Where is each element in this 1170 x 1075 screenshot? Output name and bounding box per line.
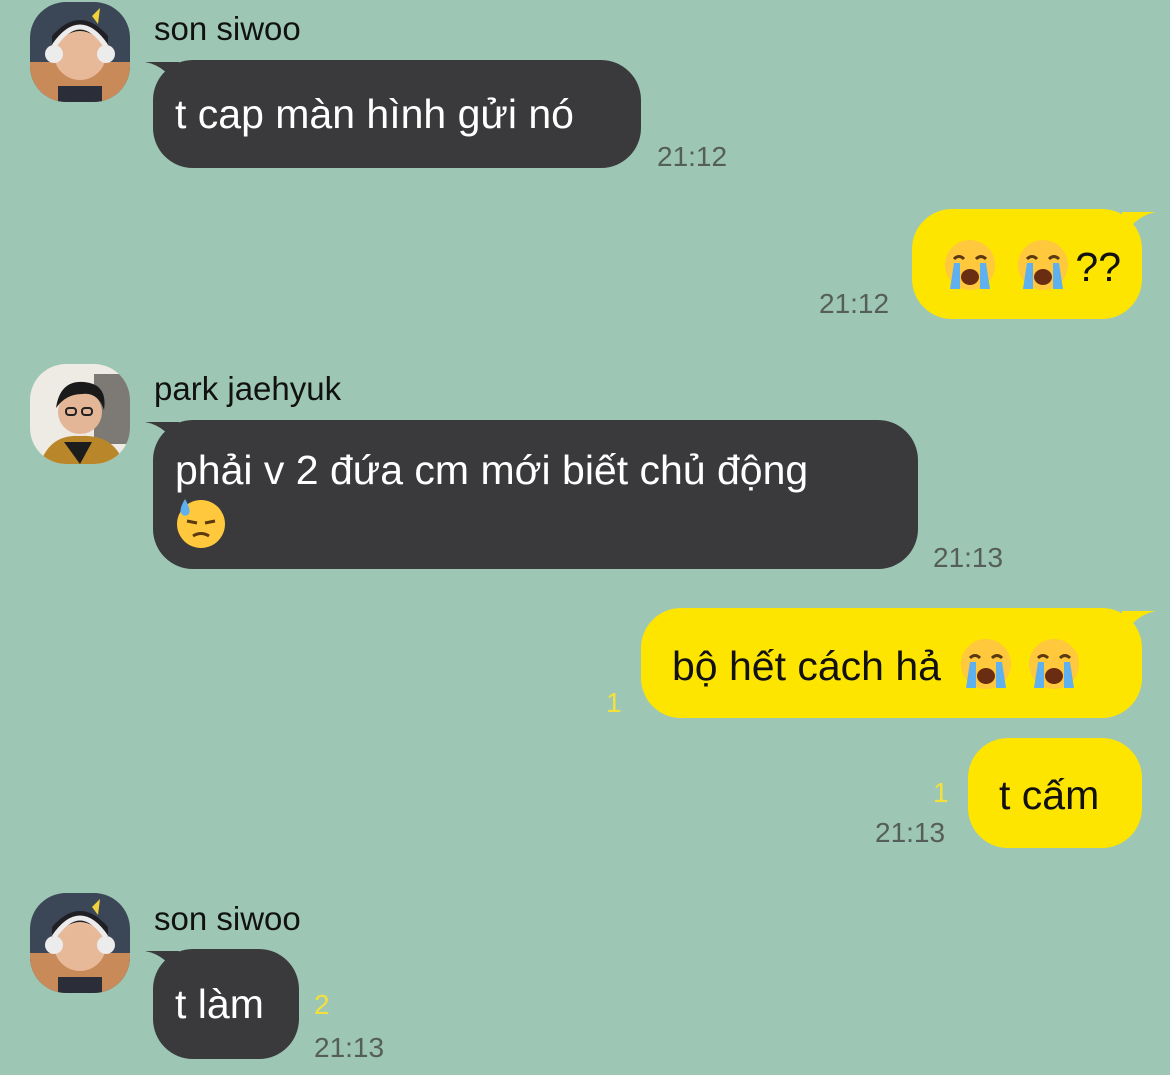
message-bubble[interactable]: ?? bbox=[912, 209, 1142, 319]
message-timestamp: 21:12 bbox=[657, 141, 728, 172]
message-timestamp: 21:12 bbox=[819, 288, 890, 319]
sender-name: son siwoo bbox=[154, 10, 301, 47]
message-timestamp: 21:13 bbox=[933, 542, 1004, 573]
avatar-park-jaehyuk[interactable] bbox=[30, 364, 130, 464]
sender-name: park jaehyuk bbox=[154, 370, 342, 407]
loudly-crying-face-icon bbox=[1028, 638, 1080, 690]
message-bubble[interactable]: bộ hết cách hả bbox=[641, 608, 1142, 718]
message-bubble[interactable]: phải v 2 đứa cm mới biết chủ động bbox=[153, 420, 918, 569]
message-bubble[interactable]: t làm bbox=[153, 949, 299, 1059]
message-bubble[interactable]: t cấm bbox=[968, 738, 1142, 848]
unread-count: 1 bbox=[606, 687, 622, 718]
unread-count: 2 bbox=[314, 989, 330, 1020]
unread-count: 1 bbox=[933, 777, 949, 808]
message-timestamp: 21:13 bbox=[314, 1032, 385, 1063]
message-text: phải v 2 đứa cm mới biết chủ động bbox=[175, 447, 809, 493]
message-timestamp: 21:13 bbox=[875, 817, 946, 848]
loudly-crying-face-icon bbox=[960, 638, 1012, 690]
downcast-face-with-sweat-icon bbox=[175, 497, 227, 549]
avatar-son-siwoo[interactable] bbox=[30, 2, 130, 102]
sender-name: son siwoo bbox=[154, 900, 301, 937]
avatar-son-siwoo[interactable] bbox=[30, 893, 130, 993]
loudly-crying-face-icon bbox=[1017, 239, 1069, 291]
message-bubble[interactable]: t cap màn hình gửi nó bbox=[153, 60, 641, 168]
message-text: t cap màn hình gửi nó bbox=[175, 91, 574, 137]
message-text: ?? bbox=[1075, 244, 1122, 290]
message-text: bộ hết cách hả bbox=[672, 643, 941, 689]
message-text: t làm bbox=[175, 981, 264, 1027]
loudly-crying-face-icon bbox=[944, 239, 996, 291]
chat-message-list[interactable]: son siwoo t cap màn hình gửi nó 21:12 ??… bbox=[0, 0, 1170, 1075]
message-text: t cấm bbox=[999, 772, 1100, 818]
